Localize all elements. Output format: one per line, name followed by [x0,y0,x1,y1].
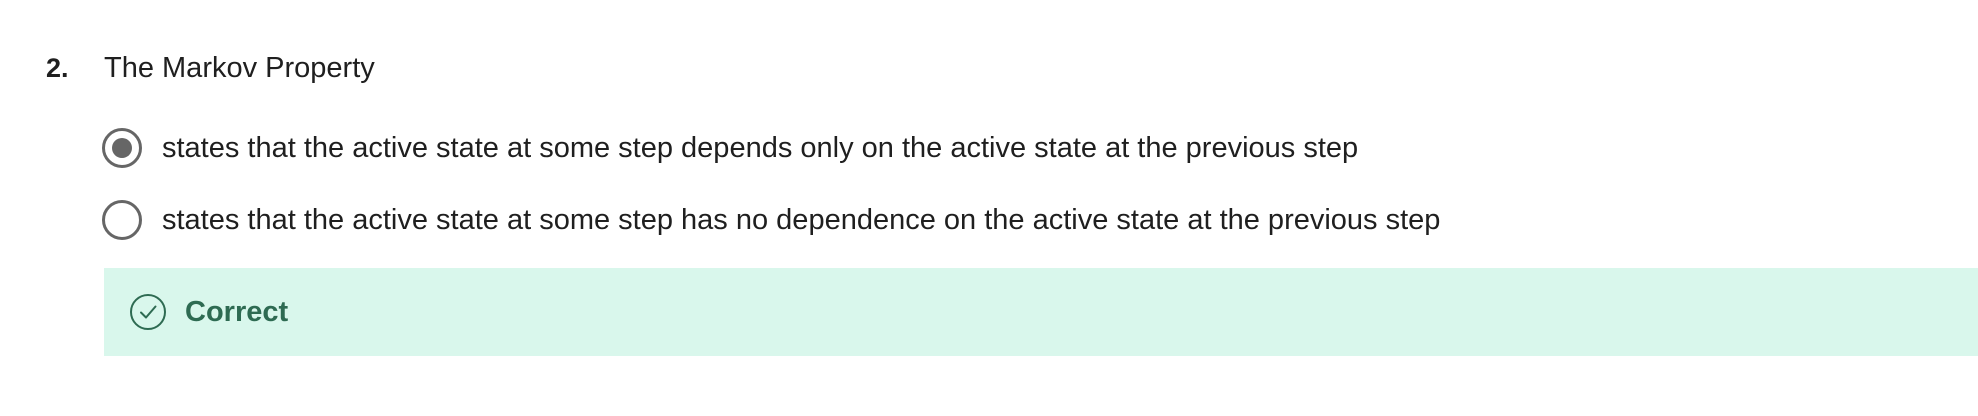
check-circle-icon [130,294,166,330]
radio-button-selected[interactable] [102,128,142,168]
feedback-label: Correct [185,296,289,328]
question-block: 2. The Markov Property states that the a… [0,0,1978,416]
feedback-banner: Correct [104,268,1978,356]
question-title: The Markov Property [104,52,375,84]
answer-option-2[interactable]: states that the active state at some ste… [102,200,1440,240]
answer-option-1[interactable]: states that the active state at some ste… [102,128,1358,168]
radio-button-unselected[interactable] [102,200,142,240]
answer-option-label: states that the active state at some ste… [162,132,1359,164]
question-number: 2. [46,53,69,83]
answer-option-label: states that the active state at some ste… [162,204,1441,236]
